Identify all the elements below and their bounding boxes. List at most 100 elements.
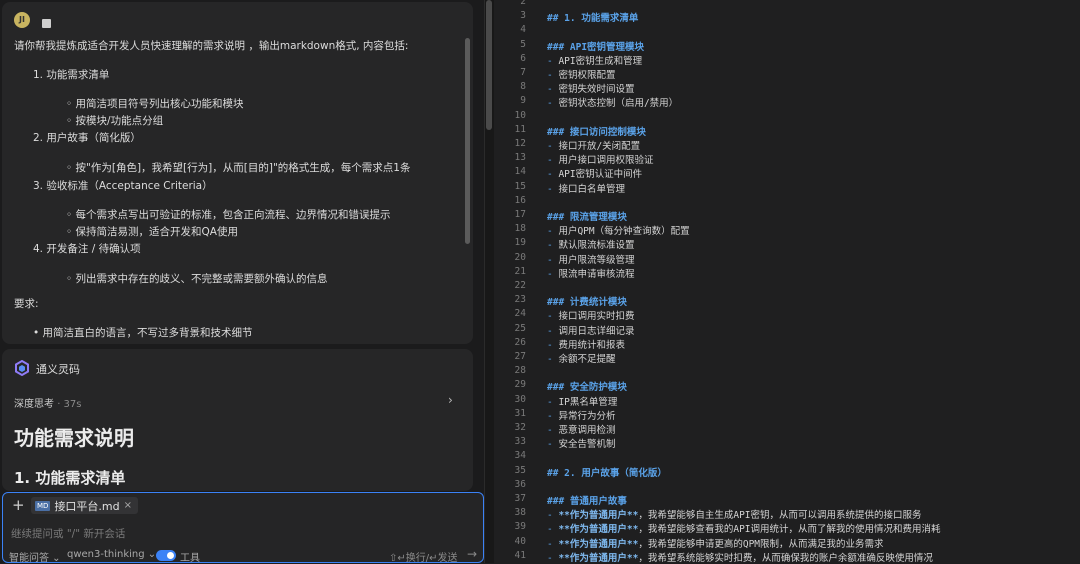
list-subitem: ◦ 保持简洁易测，适合开发和QA使用 [66,226,238,238]
code-line[interactable]: ### 计费统计模块 [547,294,627,308]
code-line[interactable]: ## 2. 用户故事（简化版） [547,465,667,479]
code-line[interactable]: ### API密钥管理模块 [547,39,644,53]
line-number: 29 [514,379,526,391]
code-line[interactable]: - 接口开放/关闭配置 [547,138,640,152]
line-number: 7 [520,67,526,78]
chevron-right-icon[interactable]: › [448,393,453,407]
line-number: 36 [514,478,526,490]
close-icon[interactable]: × [124,500,132,511]
code-line[interactable]: - 接口白名单管理 [547,181,625,195]
line-number: 15 [514,180,526,192]
shortcut-hint: ⇧↵换行/↵发送 [389,553,458,564]
code-line[interactable]: - 恶意调用检测 [547,422,615,436]
code-line[interactable]: ### 接口访问控制模块 [547,124,646,138]
tongyi-logo-icon [15,360,29,376]
code-line[interactable]: - API密钥认证中间件 [547,166,642,180]
list-item: 1. 功能需求清单 [33,69,110,81]
line-number: 38 [514,507,526,519]
code-line[interactable]: - 用户QPM（每分钟查询数）配置 [547,223,690,237]
list-item: 3. 验收标准（Acceptance Criteria） [33,180,213,192]
line-number: 19 [514,237,526,249]
line-number: 37 [514,493,526,504]
code-line[interactable]: - **作为普通用户**，我希望能够申请更高的QPM限制，从而满足我的业务需求 [547,536,884,550]
code-line[interactable]: - 密钥状态控制（启用/禁用） [547,95,678,109]
line-number: 11 [514,123,526,135]
left-panel-scrollbar[interactable] [486,0,492,130]
list-subitem: ◦ 列出需求中存在的歧义、不完整或需要额外确认的信息 [66,273,328,285]
code-line[interactable]: - 用户接口调用权限验证 [547,152,653,166]
list-item: 4. 开发备注 / 待确认项 [33,243,141,255]
file-context-chip[interactable]: MD 接口平台.md × [31,497,139,514]
line-number: 35 [514,464,526,476]
code-line[interactable]: - API密钥生成和管理 [547,53,642,67]
response-heading: 功能需求说明 [14,426,134,450]
model-select[interactable]: qwen3-thinking ⌄ [67,549,156,560]
line-number: 31 [514,407,526,419]
line-number: 34 [514,450,526,462]
add-context-icon[interactable]: + [12,496,25,514]
code-line[interactable]: - **作为普通用户**，我希望能够自主生成API密钥，从而可以调用系统提供的接… [547,507,922,521]
code-line[interactable]: ### 限流管理模块 [547,209,627,223]
line-number: 41 [514,549,526,561]
mode-select[interactable]: 智能问答 ⌄ [9,549,61,564]
line-number: 25 [514,322,526,334]
line-number: 20 [514,251,526,263]
line-number: 21 [514,265,526,277]
chat-input[interactable]: 继续提问或 "/" 新开会话 [11,526,125,541]
code-line[interactable]: - 安全告警机制 [547,436,615,450]
deep-thinking-toggle[interactable]: 深度思考 · 37s [14,395,81,410]
code-line[interactable]: - 默认限流标准设置 [547,237,634,251]
list-subitem: ◦ 用简洁项目符号列出核心功能和模块 [66,98,244,110]
code-line[interactable]: - IP黑名单管理 [547,394,617,408]
line-number: 6 [520,52,526,64]
chat-input-box[interactable]: + MD 接口平台.md × 继续提问或 "/" 新开会话 智能问答 ⌄ qwe… [2,492,484,564]
user-message-card: JI 请你帮我提炼成适合开发人员快速理解的需求说明 ，输出markdown格式,… [2,2,473,344]
line-number: 18 [514,223,526,235]
code-line[interactable]: - 用户限流等级管理 [547,252,634,266]
line-number: 30 [514,393,526,405]
code-line[interactable]: - 异常行为分析 [547,408,615,422]
assistant-name: 通义灵码 [36,363,80,376]
code-line[interactable]: ### 安全防护模块 [547,379,627,393]
code-line[interactable]: ### 普通用户故事 [547,493,627,507]
line-number: 17 [514,209,526,220]
line-number: 40 [514,535,526,547]
list-item: • 用简洁直白的语言，不写过多背景和技术细节 [33,327,253,339]
line-number: 22 [514,280,526,291]
assistant-message-card: 通义灵码 深度思考 · 37s › 功能需求说明 1. 功能需求清单 [2,349,473,491]
line-number: 4 [520,24,526,36]
code-line[interactable]: - 余额不足提醒 [547,351,615,365]
code-line[interactable]: - **作为普通用户**，我希望系统能够实时扣费，从而确保我的账户余额准确反映使… [547,550,933,563]
line-number: 2 [520,0,526,7]
send-icon[interactable]: → [467,547,477,561]
code-line[interactable]: - **作为普通用户**，我希望能够查看我的API调用统计，从而了解我的使用情况… [547,521,941,535]
avatar: JI [14,12,30,28]
message-scrollbar[interactable] [465,38,470,244]
list-subitem: ◦ 每个需求点写出可验证的标准，包含正向流程、边界情况和错误提示 [66,209,391,221]
code-line[interactable]: - 限流申请审核流程 [547,266,634,280]
list-item: 2. 用户故事（简化版） [33,132,141,144]
code-line[interactable]: ## 1. 功能需求清单 [547,10,638,24]
list-subitem: ◦ 按模块/功能点分组 [66,115,164,127]
code-line[interactable]: - 密钥权限配置 [547,67,615,81]
line-number: 16 [514,194,526,206]
requirements-label: 要求: [14,298,39,310]
line-number: 24 [514,308,526,320]
tools-label: 工具 [180,553,200,564]
tools-toggle[interactable] [156,550,176,561]
code-editor[interactable]: 2 3 ## 1. 功能需求清单 4 5 ### API密钥管理模块 6- API密钥生成和… [494,0,1080,563]
line-number: 26 [514,336,526,348]
stop-icon[interactable] [42,19,51,28]
line-number: 27 [514,351,526,362]
code-line[interactable]: - 费用统计和报表 [547,337,625,351]
list-subitem: ◦ 按"作为[角色]，我希望[行为]，从而[目的]"的格式生成，每个需求点1条 [66,162,411,174]
line-number: 39 [514,521,526,533]
code-line[interactable]: - 接口调用实时扣费 [547,308,634,322]
line-number: 8 [520,81,526,93]
code-line[interactable]: - 调用日志详细记录 [547,323,634,337]
code-line[interactable]: - 密钥失效时间设置 [547,81,634,95]
line-number: 14 [514,166,526,178]
chat-panel: JI 请你帮我提炼成适合开发人员快速理解的需求说明 ，输出markdown格式,… [0,0,484,564]
line-number: 13 [514,152,526,164]
line-number: 3 [520,10,526,22]
